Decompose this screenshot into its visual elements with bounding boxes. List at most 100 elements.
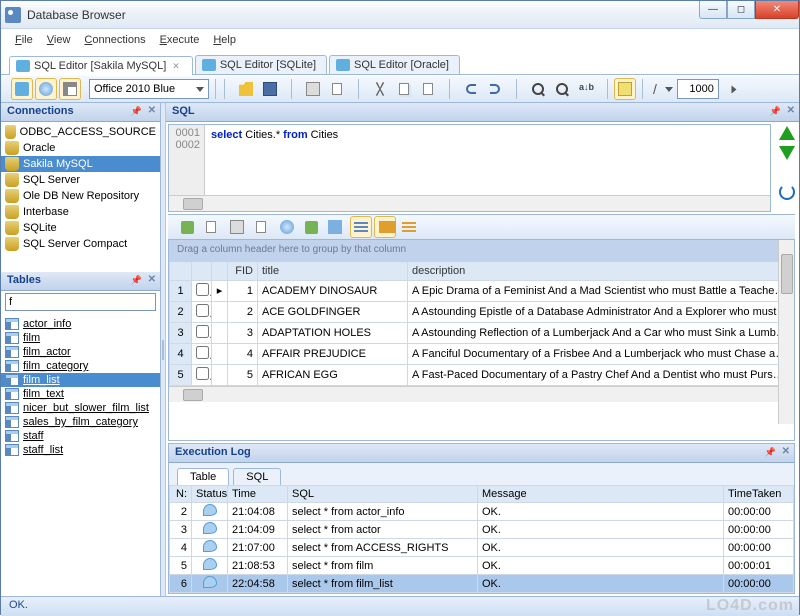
cut-button[interactable] <box>369 78 391 100</box>
connection-item[interactable]: Ole DB New Repository <box>1 188 160 204</box>
theme-combo[interactable]: Office 2010 Blue <box>89 79 209 99</box>
connection-item[interactable]: SQL Server Compact <box>1 236 160 252</box>
col-fid[interactable]: FID <box>228 262 258 280</box>
table-item[interactable]: staff <box>1 429 160 443</box>
print-button[interactable] <box>302 78 324 100</box>
tables-tree[interactable]: actor_infofilmfilm_actorfilm_categoryfil… <box>1 315 160 596</box>
tab-close-icon[interactable]: ✕ <box>170 61 182 72</box>
menu-view[interactable]: View <box>41 32 77 48</box>
close-button[interactable]: ✕ <box>755 1 799 19</box>
pin-icon[interactable]: 📌 <box>131 106 142 117</box>
print-grid-button[interactable] <box>226 216 248 238</box>
paste-button[interactable] <box>417 78 439 100</box>
preview-button[interactable] <box>326 78 348 100</box>
col-title[interactable]: title <box>258 262 408 280</box>
table-row[interactable]: 44AFFAIR PREJUDICEA Fanciful Documentary… <box>170 343 794 364</box>
options-button[interactable] <box>614 78 636 100</box>
connection-item[interactable]: Sakila MySQL <box>1 156 160 172</box>
limit-input[interactable]: 1000 <box>677 79 719 99</box>
pin-icon[interactable]: 📌 <box>765 447 776 458</box>
log-row[interactable]: 221:04:08select * from actor_infoOK.00:0… <box>170 503 794 521</box>
table-row[interactable]: 55AFRICAN EGGA Fast-Paced Documentary of… <box>170 364 794 385</box>
tbtn-view2[interactable] <box>35 78 57 100</box>
table-item[interactable]: film <box>1 331 160 345</box>
export-csv-button[interactable] <box>200 216 222 238</box>
connection-item[interactable]: Interbase <box>1 204 160 220</box>
sql-hscrollbar[interactable] <box>169 195 770 211</box>
copy-button[interactable] <box>393 78 415 100</box>
row-checkbox[interactable] <box>196 367 209 380</box>
close-icon[interactable]: ✕ <box>782 446 790 457</box>
chart-button[interactable] <box>276 216 298 238</box>
dropdown-icon[interactable] <box>665 87 673 92</box>
log-row[interactable]: 321:04:09select * from actorOK.00:00:00 <box>170 521 794 539</box>
undo-button[interactable] <box>460 78 482 100</box>
rows-button[interactable] <box>398 216 420 238</box>
menu-file[interactable]: File <box>9 32 39 48</box>
export-button[interactable] <box>176 216 198 238</box>
replace-button[interactable]: a↓b <box>575 78 597 100</box>
execlog-tab-table[interactable]: Table <box>177 468 229 485</box>
table-item[interactable]: film_list <box>1 373 160 387</box>
tbtn-view1[interactable] <box>11 78 33 100</box>
execlog-grid[interactable]: N: Status Time SQL Message TimeTaken 221… <box>169 485 794 593</box>
grid-mode-button[interactable] <box>350 216 372 238</box>
menu-execute[interactable]: Execute <box>154 32 206 48</box>
menu-help[interactable]: Help <box>207 32 242 48</box>
table-row[interactable]: 1▸1ACADEMY DINOSAURA Epic Drama of a Fem… <box>170 280 794 301</box>
save-button[interactable] <box>259 78 281 100</box>
close-icon[interactable]: ✕ <box>148 105 156 116</box>
find-button[interactable] <box>527 78 549 100</box>
find-next-button[interactable] <box>551 78 573 100</box>
table-item[interactable]: film_text <box>1 387 160 401</box>
minimize-button[interactable]: — <box>699 1 727 19</box>
sql-editor[interactable]: select Cities.* from Cities <box>205 125 770 195</box>
redo-button[interactable] <box>484 78 506 100</box>
log-row[interactable]: 521:08:53select * from filmOK.00:00:01 <box>170 557 794 575</box>
menu-connections[interactable]: Connections <box>78 32 151 48</box>
table-item[interactable]: nicer_but_slower_film_list <box>1 401 160 415</box>
tab-sqlite[interactable]: SQL Editor [SQLite] <box>195 55 327 74</box>
close-icon[interactable]: ✕ <box>148 274 156 285</box>
image-button[interactable] <box>324 216 346 238</box>
table-row[interactable]: 33ADAPTATION HOLESA Astounding Reflectio… <box>170 322 794 343</box>
row-checkbox[interactable] <box>196 304 209 317</box>
table-filter-input[interactable] <box>5 293 156 311</box>
connection-item[interactable]: Oracle <box>1 140 160 156</box>
refresh-button[interactable] <box>779 184 795 200</box>
table-item[interactable]: film_category <box>1 359 160 373</box>
connection-item[interactable]: ODBC_ACCESS_SOURCE <box>1 124 160 140</box>
table-item[interactable]: sales_by_film_category <box>1 415 160 429</box>
tab-sakila[interactable]: SQL Editor [Sakila MySQL] ✕ <box>9 56 193 75</box>
grid-vscrollbar[interactable] <box>778 240 794 424</box>
row-checkbox[interactable] <box>196 325 209 338</box>
move-up-button[interactable] <box>779 126 795 140</box>
row-checkbox[interactable] <box>196 346 209 359</box>
open-button[interactable] <box>235 78 257 100</box>
export-xls-button[interactable] <box>300 216 322 238</box>
table-item[interactable]: staff_list <box>1 443 160 457</box>
connection-item[interactable]: SQL Server <box>1 172 160 188</box>
move-down-button[interactable] <box>779 146 795 160</box>
preview-grid-button[interactable] <box>250 216 272 238</box>
table-row[interactable]: 22ACE GOLDFINGERA Astounding Epistle of … <box>170 301 794 322</box>
maximize-button[interactable]: ◻ <box>727 1 755 19</box>
connection-item[interactable]: SQLite <box>1 220 160 236</box>
grid-hscrollbar[interactable] <box>169 386 794 402</box>
results-grid[interactable]: FID title description 1▸1ACADEMY DINOSAU… <box>169 262 794 386</box>
columns-button[interactable] <box>374 216 396 238</box>
table-item[interactable]: actor_info <box>1 317 160 331</box>
pin-icon[interactable]: 📌 <box>770 106 781 117</box>
tab-oracle[interactable]: SQL Editor [Oracle] <box>329 55 460 74</box>
group-band[interactable]: Drag a column header here to group by th… <box>169 240 794 262</box>
connections-tree[interactable]: ODBC_ACCESS_SOURCEOracleSakila MySQLSQL … <box>1 122 160 272</box>
log-row[interactable]: 622:04:58select * from film_listOK.00:00… <box>170 575 794 593</box>
close-icon[interactable]: ✕ <box>787 105 795 116</box>
limit-more-button[interactable] <box>723 78 745 100</box>
execlog-tab-sql[interactable]: SQL <box>233 468 281 485</box>
pin-icon[interactable]: 📌 <box>131 275 142 286</box>
tbtn-view3[interactable] <box>59 78 81 100</box>
table-item[interactable]: film_actor <box>1 345 160 359</box>
log-row[interactable]: 421:07:00select * from ACCESS_RIGHTSOK.0… <box>170 539 794 557</box>
col-desc[interactable]: description <box>408 262 794 280</box>
